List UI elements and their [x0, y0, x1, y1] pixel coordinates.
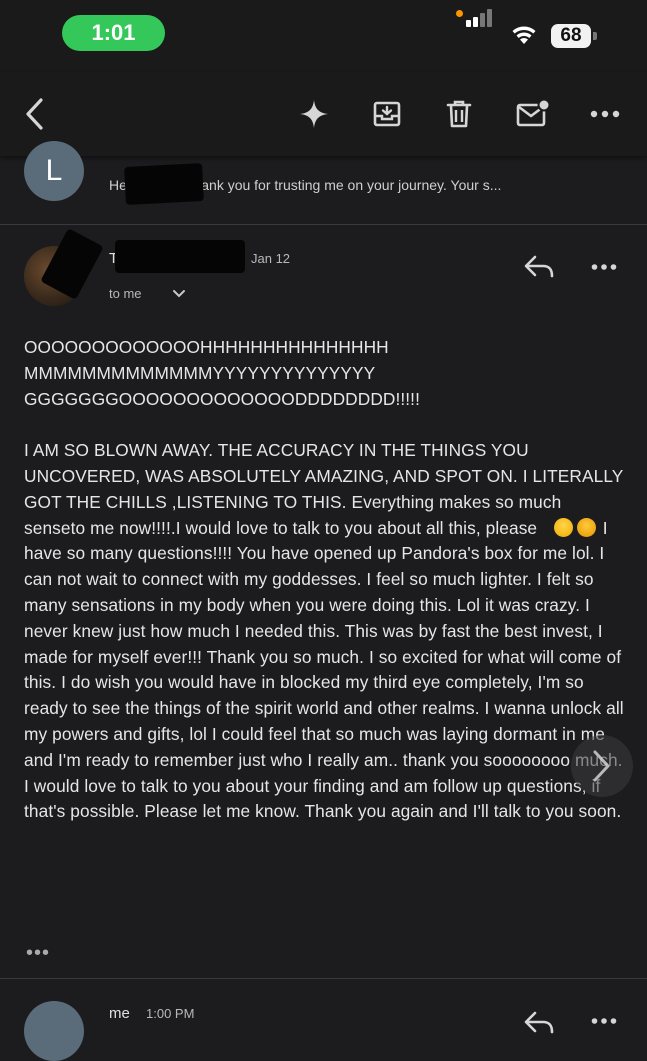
chevron-right-icon [593, 750, 610, 782]
avatar[interactable] [24, 1001, 84, 1061]
reply-icon[interactable] [523, 254, 555, 280]
mail-unread-icon [516, 99, 551, 127]
chevron-down-icon[interactable] [172, 289, 186, 299]
status-time[interactable]: 1:01 [62, 15, 165, 51]
email-body: OOOOOOOOOOOOOHHHHHHHHHHHHHHH MMMMMMMMMMM… [24, 335, 624, 825]
avatar[interactable]: L [24, 141, 84, 201]
snippet-text: Thank you for trusting me on your journe… [184, 177, 502, 193]
show-trimmed-content-button[interactable]: ••• [26, 942, 50, 965]
more-horizontal-icon [590, 110, 620, 118]
divider [0, 978, 647, 979]
body-line: MMMMMMMMMMMMMYYYYYYYYYYYYYY [24, 362, 376, 383]
body-line: OOOOOOOOOOOOOHHHHHHHHHHHHHHH [24, 337, 389, 357]
redaction-mark [115, 240, 245, 273]
sweat-smile-emoji-icon [553, 517, 573, 537]
next-email-button[interactable] [571, 735, 633, 797]
email-time: 1:00 PM [146, 1006, 195, 1021]
status-bar: 1:01 68 [0, 0, 647, 72]
battery-indicator: 68 [551, 24, 591, 48]
recipient-label[interactable]: to me [109, 286, 142, 301]
redaction-mark [124, 162, 204, 206]
more-options-button[interactable] [586, 72, 624, 156]
delete-button[interactable] [441, 72, 477, 156]
archive-icon [373, 101, 401, 127]
chevron-left-icon [26, 98, 43, 130]
more-horizontal-icon[interactable] [591, 1018, 617, 1024]
battery-tip [593, 32, 597, 40]
sender-name[interactable]: me [109, 1005, 130, 1022]
body-text-after-emoji: I have so many questions!!!! You have op… [24, 517, 624, 822]
body-line: GGGGGGGOOOOOOOOOOOOODDDDDDDD!!!!! [24, 388, 420, 409]
weary-face-emoji-icon [576, 517, 596, 537]
wifi-icon [512, 26, 536, 44]
body-text-before-emoji: I AM SO BLOWN AWAY. THE ACCURACY IN THE … [24, 440, 624, 538]
body-paragraph: I AM SO BLOWN AWAY. THE ACCURACY IN THE … [24, 438, 624, 825]
privacy-indicator [456, 10, 463, 17]
reply-icon[interactable] [523, 1010, 555, 1036]
more-horizontal-icon[interactable] [591, 263, 617, 271]
email-toolbar [0, 72, 647, 156]
sparkle-icon [300, 100, 328, 128]
archive-button[interactable] [368, 72, 406, 156]
gemini-button[interactable] [296, 72, 332, 156]
email-date: Jan 12 [251, 251, 291, 266]
mark-unread-button[interactable] [513, 72, 553, 156]
trash-icon [446, 100, 472, 128]
